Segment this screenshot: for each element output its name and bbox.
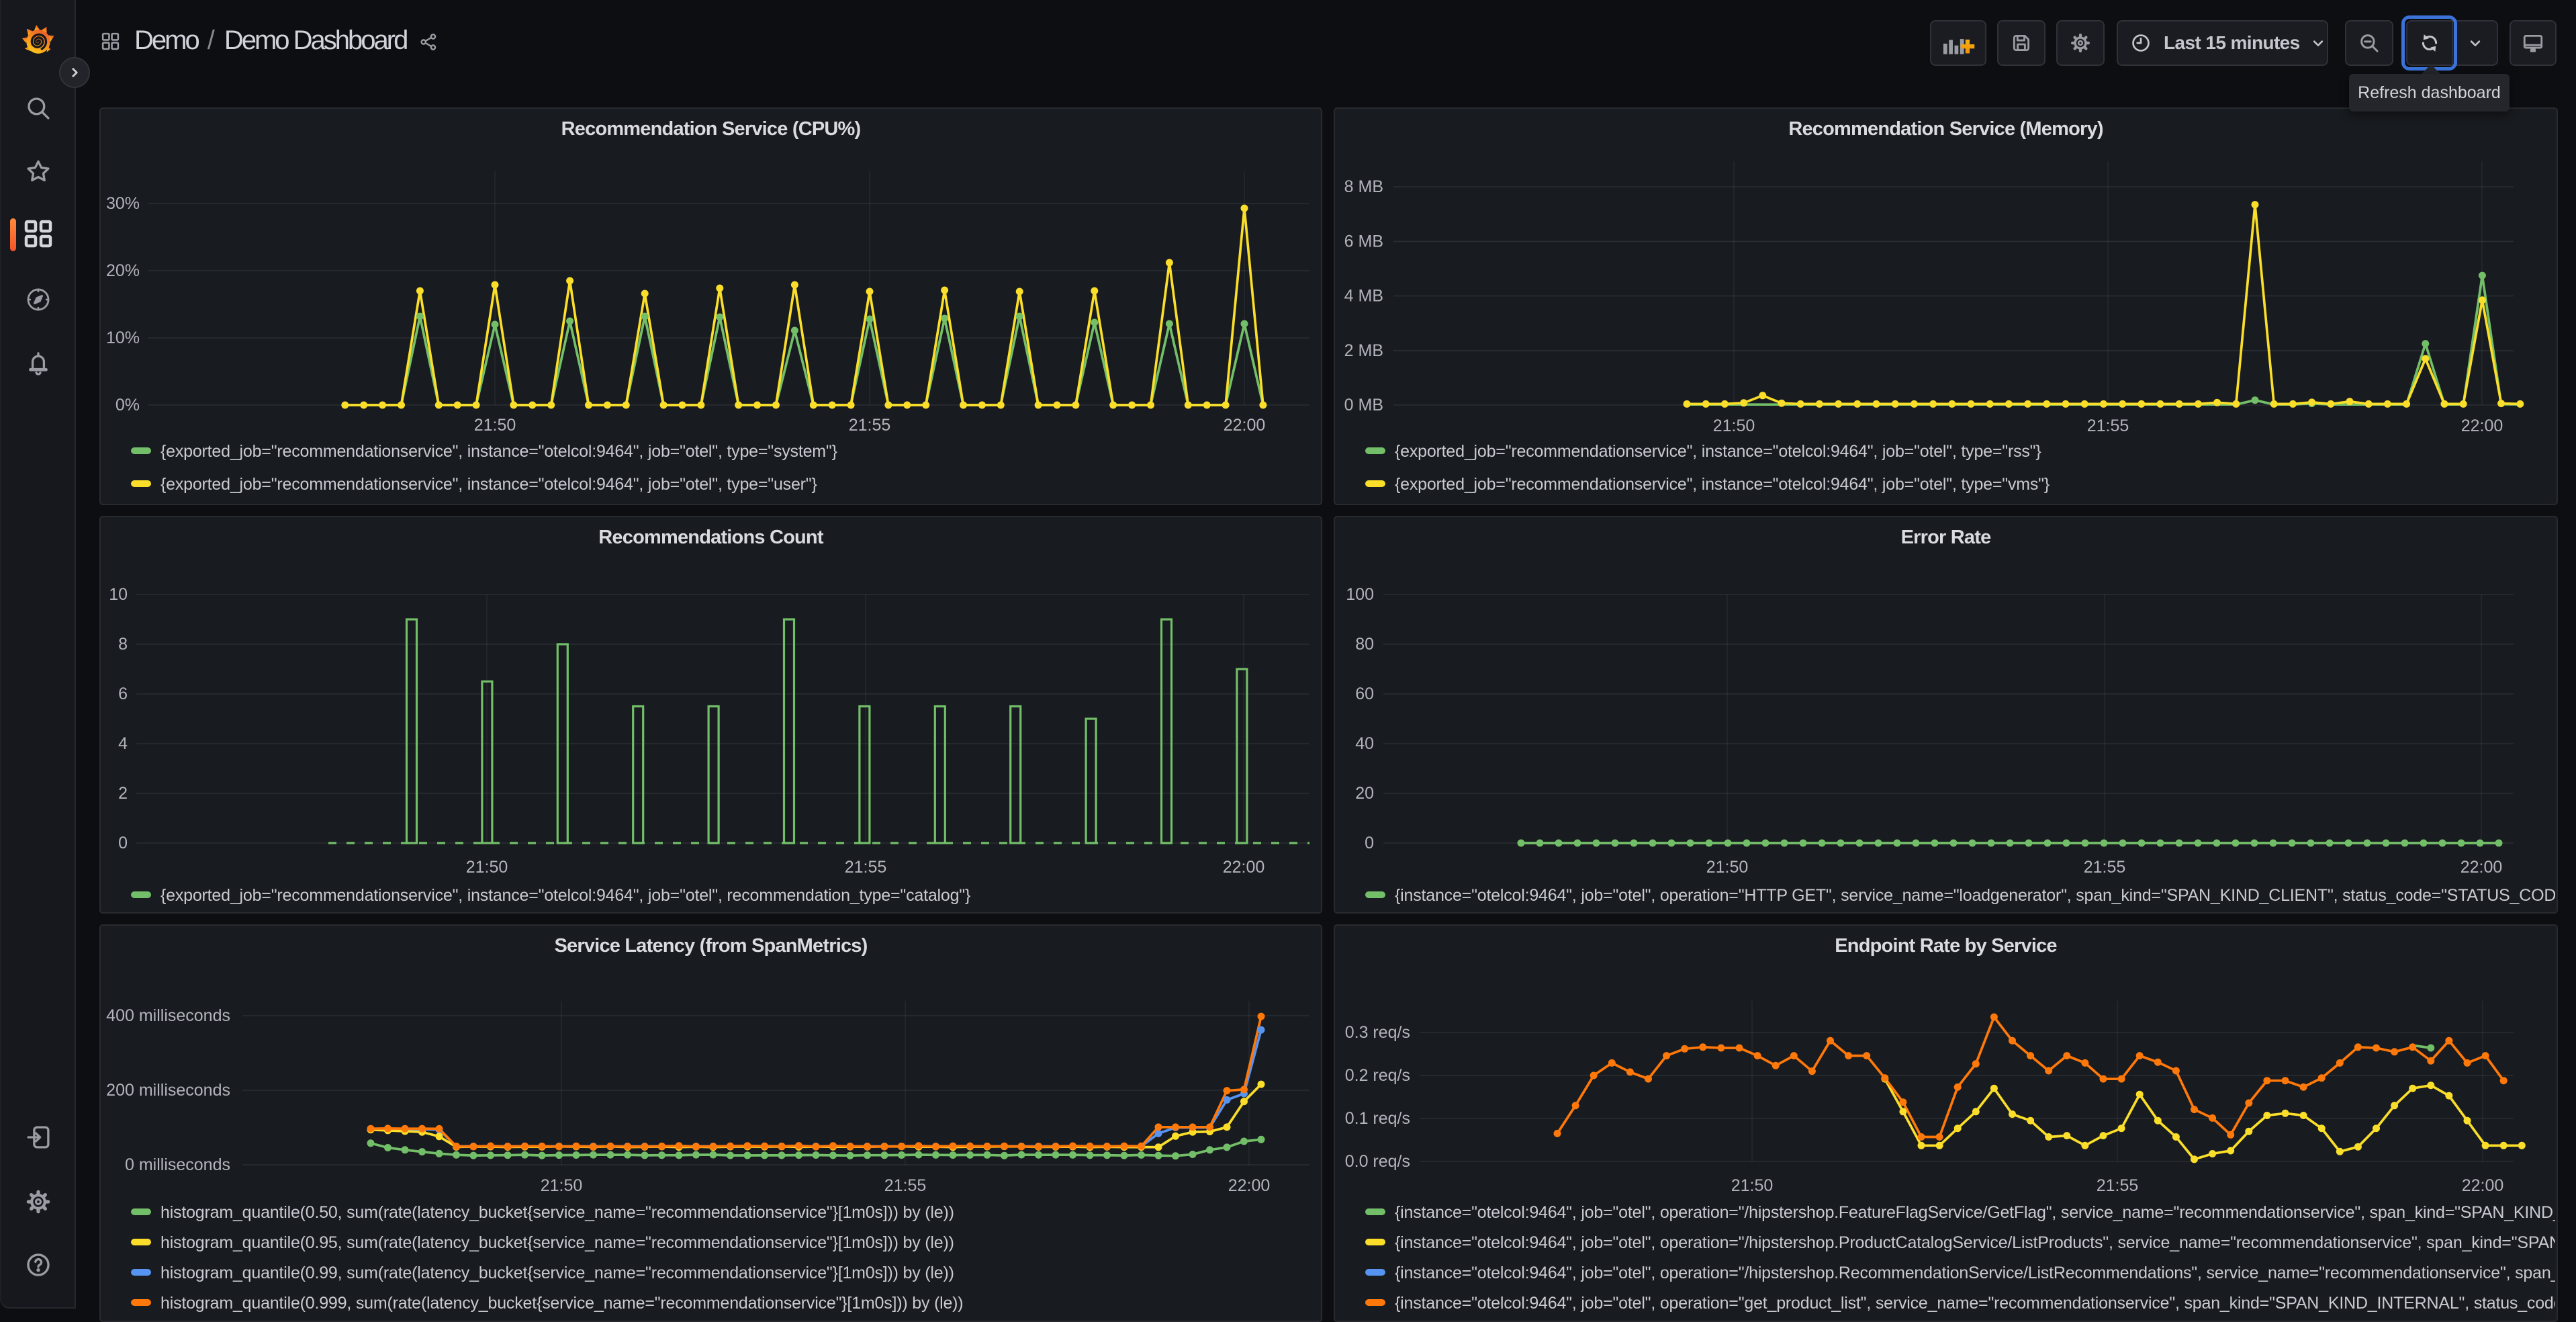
svg-text:0.1 req/s: 0.1 req/s — [1345, 1109, 1410, 1128]
svg-text:21:50: 21:50 — [1731, 1176, 1774, 1195]
svg-text:22:00: 22:00 — [2462, 1176, 2504, 1195]
svg-text:0.0 req/s: 0.0 req/s — [1345, 1152, 1410, 1171]
svg-text:21:55: 21:55 — [2097, 1176, 2139, 1195]
svg-text:0.3 req/s: 0.3 req/s — [1345, 1023, 1410, 1042]
svg-text:0.2 req/s: 0.2 req/s — [1345, 1066, 1410, 1085]
